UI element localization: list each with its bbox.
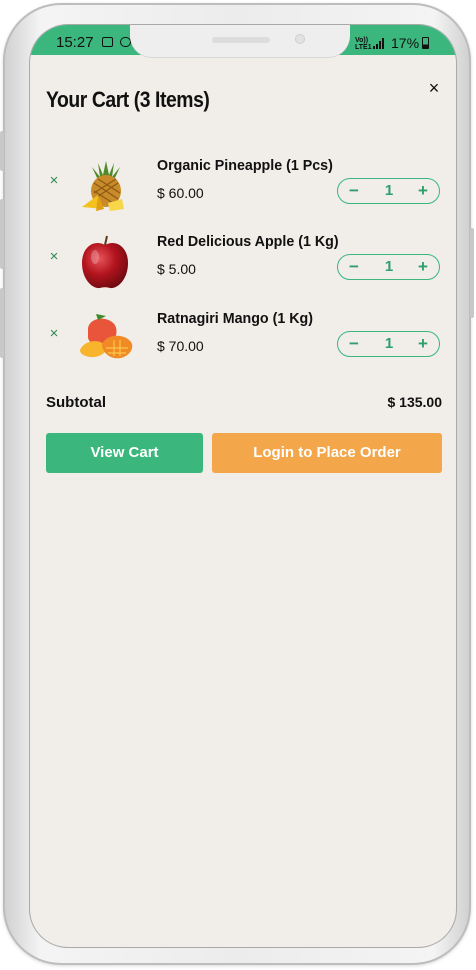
phone-frame: 15:27 Vo)) LTE1 17% Your Cart (3 Items) … — [0, 3, 474, 965]
mango-image — [76, 310, 134, 368]
status-time: 15:27 — [56, 34, 94, 51]
item-price: $ 70.00 — [157, 338, 204, 354]
battery-icon — [422, 37, 429, 49]
quantity-value: 1 — [384, 258, 394, 275]
cart-item: × Red Delicious Apple (1 Kg) $ 5.00 − 1 … — [30, 233, 456, 297]
item-price: $ 5.00 — [157, 261, 196, 277]
close-icon[interactable]: × — [423, 77, 445, 99]
phone-volume-down — [0, 288, 4, 358]
quantity-stepper: − 1 + — [337, 178, 440, 204]
signal-icon — [373, 38, 387, 49]
quantity-value: 1 — [384, 182, 394, 199]
decrease-button[interactable]: − — [341, 255, 367, 279]
item-name: Red Delicious Apple (1 Kg) — [157, 233, 339, 250]
remove-item-icon[interactable]: × — [46, 173, 62, 189]
view-cart-button[interactable]: View Cart — [46, 433, 203, 473]
remove-item-icon[interactable]: × — [46, 326, 62, 342]
battery-percent: 17% — [391, 35, 420, 51]
quantity-stepper: − 1 + — [337, 254, 440, 280]
decrease-button[interactable]: − — [341, 179, 367, 203]
phone-side-button — [0, 131, 4, 171]
cart-title: Your Cart (3 Items) — [46, 87, 210, 112]
cart-item: × Ratnagiri Mango (1 Kg) $ 70.00 − 1 + — [30, 310, 456, 374]
apple-image — [76, 233, 134, 291]
network-label: Vo)) LTE1 — [355, 37, 372, 51]
increase-button[interactable]: + — [410, 179, 436, 203]
subtotal-value: $ 135.00 — [387, 394, 443, 410]
decrease-button[interactable]: − — [341, 332, 367, 356]
quantity-value: 1 — [384, 335, 394, 352]
quantity-stepper: − 1 + — [337, 331, 440, 357]
item-name: Organic Pineapple (1 Pcs) — [157, 157, 333, 174]
increase-button[interactable]: + — [410, 255, 436, 279]
cart-item: × Organic Pineapple (1 Pcs) $ 60.00 − 1 … — [30, 157, 456, 221]
remove-item-icon[interactable]: × — [46, 249, 62, 265]
phone-notch — [130, 25, 350, 57]
app-screen: 15:27 Vo)) LTE1 17% Your Cart (3 Items) … — [30, 25, 456, 947]
speaker-grille — [212, 37, 270, 43]
front-camera — [295, 34, 305, 44]
item-name: Ratnagiri Mango (1 Kg) — [157, 310, 313, 327]
phone-volume-up — [0, 199, 4, 269]
pineapple-image — [76, 157, 134, 215]
phone-power-button — [470, 228, 474, 318]
login-to-place-order-button[interactable]: Login to Place Order — [212, 433, 442, 473]
increase-button[interactable]: + — [410, 332, 436, 356]
item-price: $ 60.00 — [157, 185, 204, 201]
image-icon — [102, 37, 113, 47]
subtotal-label: Subtotal — [46, 394, 106, 411]
